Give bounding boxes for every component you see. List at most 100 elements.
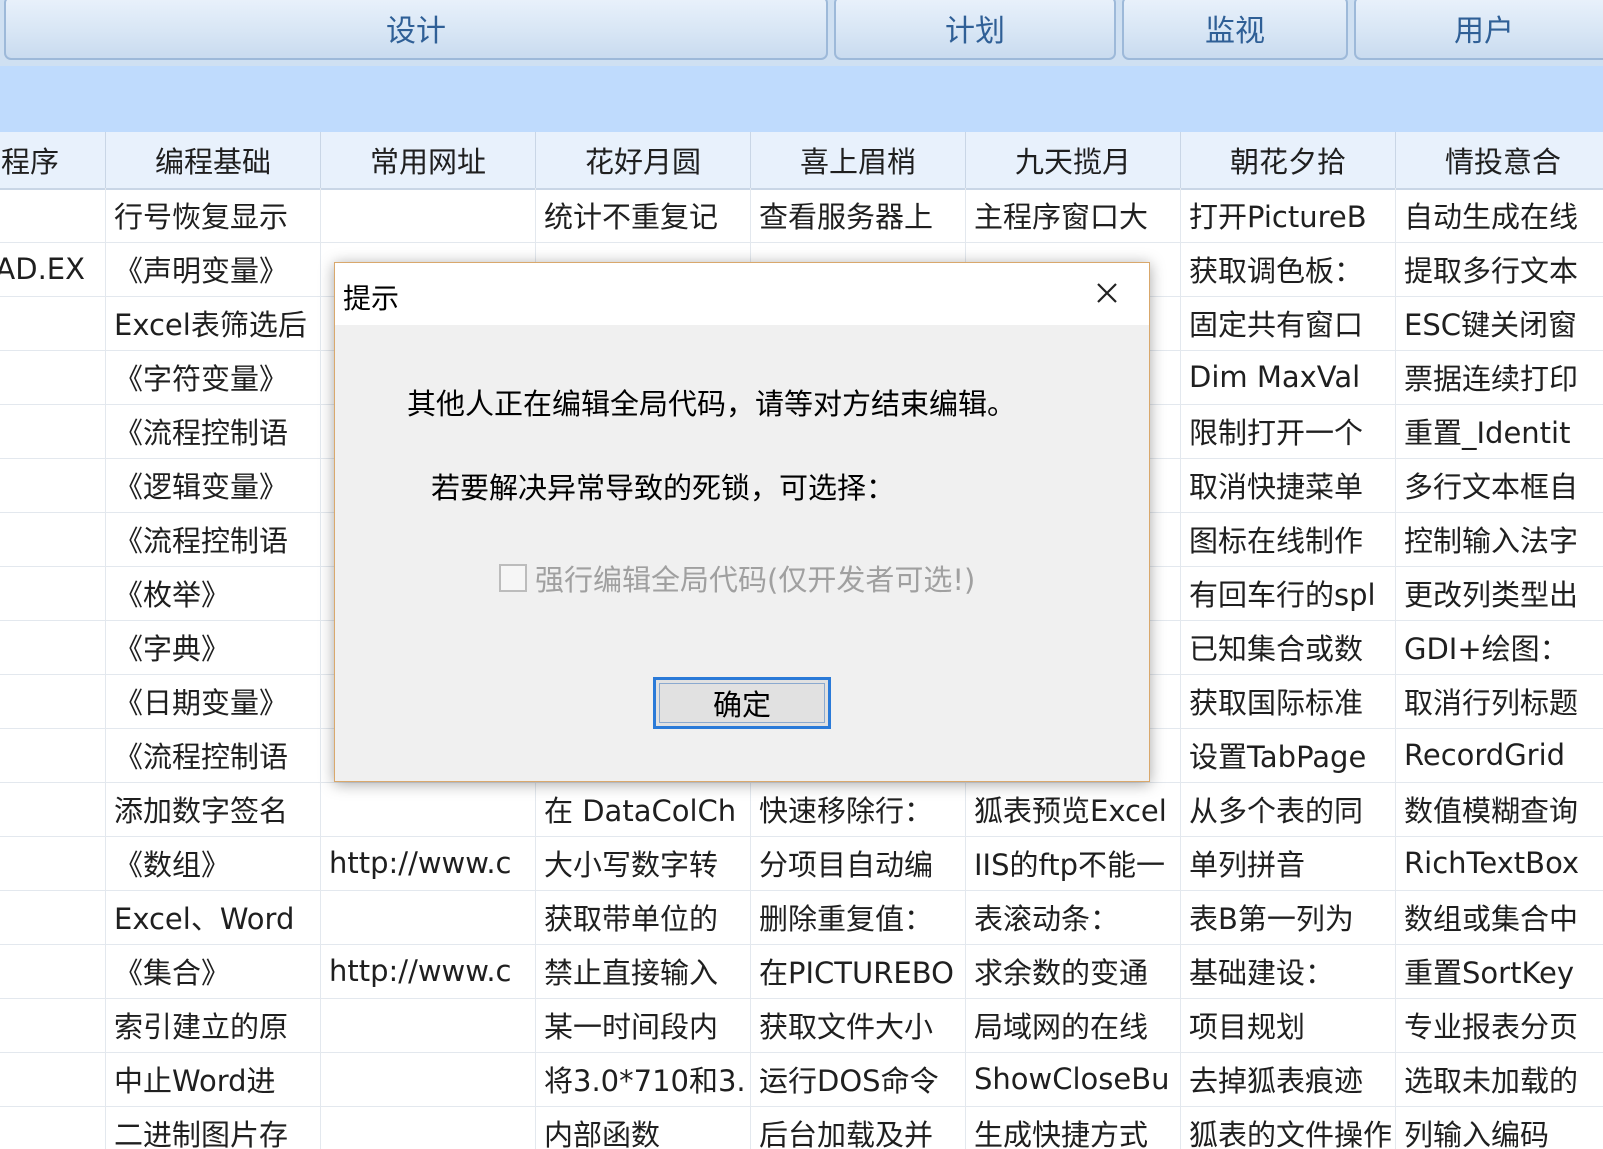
table-cell[interactable] xyxy=(0,782,106,836)
table-cell[interactable]: 去掉狐表痕迹 xyxy=(1181,1052,1396,1106)
table-row[interactable]: 行号恢复显示 统计不重复记 查看服务器上 主程序窗口大 打开PictureB 自动生成在线 xyxy=(0,188,1603,243)
table-row[interactable]: 《数组》 http://www.c 大小写数字转 分项目自动编 IIS的ftp不能一 单列… xyxy=(0,836,1603,891)
table-cell[interactable]: 单列拼音 xyxy=(1181,836,1396,890)
table-cell[interactable]: 《逻辑变量》 xyxy=(106,458,321,512)
table-cell[interactable]: 局域网的在线 xyxy=(966,998,1181,1052)
table-cell[interactable]: 《枚举》 xyxy=(106,566,321,620)
table-cell[interactable]: 基础建设： xyxy=(1181,944,1396,998)
table-cell[interactable]: 在PICTUREBO xyxy=(751,944,966,998)
table-cell[interactable]: 固定共有窗口 xyxy=(1181,296,1396,350)
table-cell[interactable]: 内部函数 xyxy=(536,1106,751,1149)
table-cell[interactable]: 重置_Identit xyxy=(1396,404,1603,458)
table-cell[interactable]: 重置SortKey xyxy=(1396,944,1603,998)
table-cell[interactable]: 多行文本框自 xyxy=(1396,458,1603,512)
table-cell[interactable] xyxy=(0,512,106,566)
table-cell[interactable]: 添加数字签名 xyxy=(106,782,321,836)
table-cell[interactable]: AD.EX xyxy=(0,242,106,296)
table-cell[interactable] xyxy=(321,1052,536,1106)
table-cell[interactable]: 狐表预览Excel xyxy=(966,782,1181,836)
table-cell[interactable] xyxy=(0,890,106,944)
table-cell[interactable]: 统计不重复记 xyxy=(536,188,751,242)
table-cell[interactable]: 《集合》 xyxy=(106,944,321,998)
table-cell[interactable] xyxy=(0,566,106,620)
table-cell[interactable]: IIS的ftp不能一 xyxy=(966,836,1181,890)
table-cell[interactable]: http://www.c xyxy=(321,836,536,890)
table-cell[interactable]: 行号恢复显示 xyxy=(106,188,321,242)
table-cell[interactable]: 在 DataColCh xyxy=(536,782,751,836)
table-cell[interactable]: 生成快捷方式 xyxy=(966,1106,1181,1149)
table-cell[interactable] xyxy=(0,404,106,458)
table-cell[interactable]: 索引建立的原 xyxy=(106,998,321,1052)
table-cell[interactable]: 后台加载及并 xyxy=(751,1106,966,1149)
table-cell[interactable]: 有回车行的spl xyxy=(1181,566,1396,620)
table-cell[interactable]: ShowCloseBu xyxy=(966,1052,1181,1106)
table-cell[interactable]: 获取调色板： xyxy=(1181,242,1396,296)
table-cell[interactable]: 控制输入法字 xyxy=(1396,512,1603,566)
table-cell[interactable]: 获取带单位的 xyxy=(536,890,751,944)
table-cell[interactable]: 数值模糊查询 xyxy=(1396,782,1603,836)
table-cell[interactable] xyxy=(0,944,106,998)
table-cell[interactable]: 求余数的变通 xyxy=(966,944,1181,998)
table-cell[interactable]: 自动生成在线 xyxy=(1396,188,1603,242)
table-cell[interactable]: 《声明变量》 xyxy=(106,242,321,296)
column-header[interactable]: 编程基础 xyxy=(106,132,321,188)
table-cell[interactable]: 二进制图片存 xyxy=(106,1106,321,1149)
force-edit-checkbox[interactable] xyxy=(499,564,527,592)
table-cell[interactable] xyxy=(0,1052,106,1106)
table-cell[interactable]: 《流程控制语 xyxy=(106,404,321,458)
table-cell[interactable]: 列输入编码 xyxy=(1396,1106,1603,1149)
table-cell[interactable]: RichTextBox xyxy=(1396,836,1603,890)
table-cell[interactable]: Dim MaxVal xyxy=(1181,350,1396,404)
column-header[interactable]: 九天揽月 xyxy=(966,132,1181,188)
table-cell[interactable] xyxy=(0,1106,106,1149)
table-cell[interactable]: 禁止直接输入 xyxy=(536,944,751,998)
table-cell[interactable]: 《字符变量》 xyxy=(106,350,321,404)
table-cell[interactable]: 《数组》 xyxy=(106,836,321,890)
table-cell[interactable] xyxy=(0,728,106,782)
table-row[interactable]: Excel、Word 获取带单位的 删除重复值： 表滚动条： 表B第一列为 数组或集合中 xyxy=(0,890,1603,945)
table-cell[interactable]: 表滚动条： xyxy=(966,890,1181,944)
table-cell[interactable] xyxy=(0,836,106,890)
table-cell[interactable]: 运行DOS命令 xyxy=(751,1052,966,1106)
table-cell[interactable] xyxy=(0,188,106,242)
table-cell[interactable]: 主程序窗口大 xyxy=(966,188,1181,242)
toolbar-button-design[interactable]: 设计 xyxy=(4,0,828,60)
table-cell[interactable]: 获取国际标准 xyxy=(1181,674,1396,728)
table-cell[interactable]: 从多个表的同 xyxy=(1181,782,1396,836)
table-cell[interactable]: 狐表的文件操作 xyxy=(1181,1106,1396,1149)
toolbar-button-plan[interactable]: 计划 xyxy=(834,0,1116,60)
table-cell[interactable]: http://www.c xyxy=(321,944,536,998)
table-cell[interactable]: 删除重复值： xyxy=(751,890,966,944)
table-row[interactable]: 《集合》 http://www.c 禁止直接输入 在PICTUREBO 求余数的变通 基础… xyxy=(0,944,1603,999)
table-cell[interactable]: ESC键关闭窗 xyxy=(1396,296,1603,350)
table-row[interactable]: 中止Word进 将3.0*710和3. 运行DOS命令 ShowCloseBu 去掉狐表… xyxy=(0,1052,1603,1107)
toolbar-button-monitor[interactable]: 监视 xyxy=(1122,0,1348,60)
close-icon[interactable] xyxy=(1085,275,1129,311)
table-cell[interactable]: Excel表筛选后 xyxy=(106,296,321,350)
column-header[interactable]: 喜上眉梢 xyxy=(751,132,966,188)
table-cell[interactable]: 某一时间段内 xyxy=(536,998,751,1052)
table-cell[interactable] xyxy=(0,998,106,1052)
table-cell[interactable]: 设置TabPage xyxy=(1181,728,1396,782)
ok-button[interactable]: 确定 xyxy=(653,677,831,729)
table-cell[interactable] xyxy=(0,296,106,350)
column-header[interactable]: 常用网址 xyxy=(321,132,536,188)
table-cell[interactable] xyxy=(0,620,106,674)
table-cell[interactable]: 《流程控制语 xyxy=(106,512,321,566)
table-cell[interactable]: 《流程控制语 xyxy=(106,728,321,782)
table-cell[interactable]: 获取文件大小 xyxy=(751,998,966,1052)
table-cell[interactable]: 更改列类型出 xyxy=(1396,566,1603,620)
table-cell[interactable]: 《日期变量》 xyxy=(106,674,321,728)
table-cell[interactable]: GDI+绘图： xyxy=(1396,620,1603,674)
table-cell[interactable]: 查看服务器上 xyxy=(751,188,966,242)
table-cell[interactable]: 票据连续打印 xyxy=(1396,350,1603,404)
table-cell[interactable] xyxy=(0,350,106,404)
table-cell[interactable]: 已知集合或数 xyxy=(1181,620,1396,674)
table-cell[interactable]: 提取多行文本 xyxy=(1396,242,1603,296)
table-cell[interactable] xyxy=(0,674,106,728)
table-cell[interactable] xyxy=(321,782,536,836)
table-cell[interactable]: 取消快捷菜单 xyxy=(1181,458,1396,512)
table-cell[interactable]: 分项目自动编 xyxy=(751,836,966,890)
table-cell[interactable]: 数组或集合中 xyxy=(1396,890,1603,944)
table-cell[interactable] xyxy=(321,890,536,944)
